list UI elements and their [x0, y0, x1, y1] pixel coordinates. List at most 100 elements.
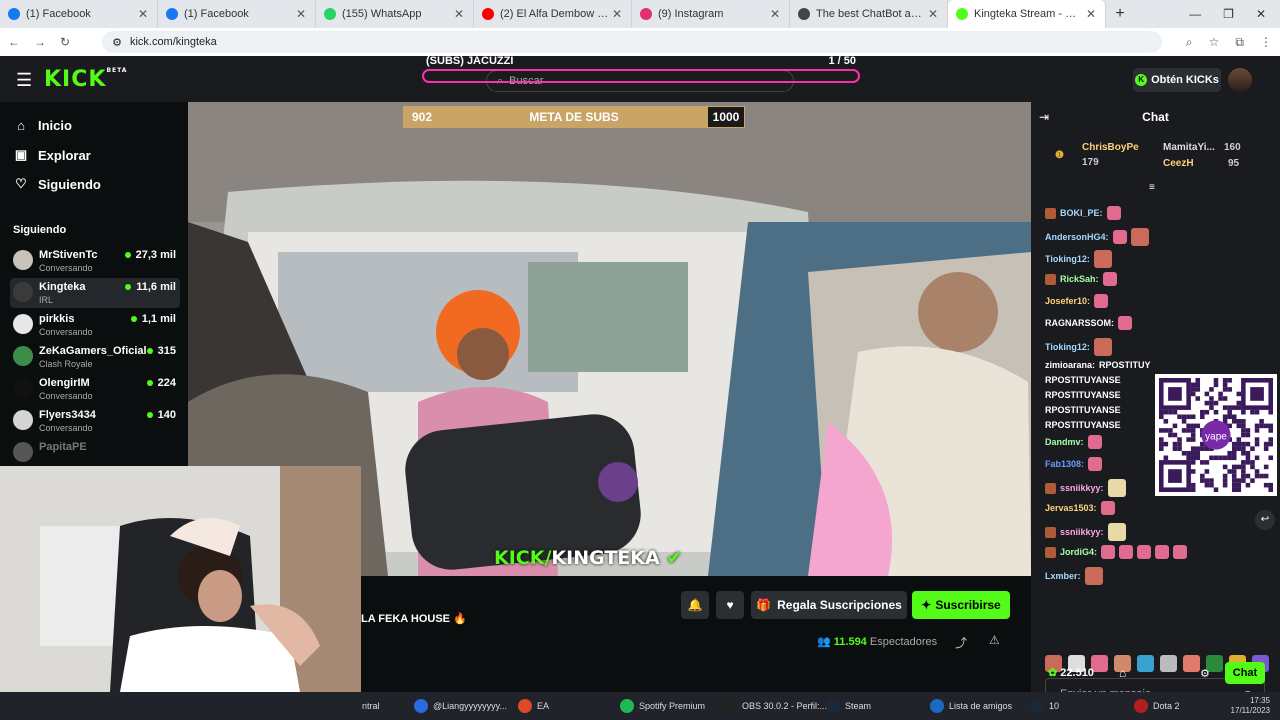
taskbar-item[interactable]: Lista de amigos — [930, 692, 1012, 720]
chat-username[interactable]: ssniikkyy: — [1060, 527, 1104, 537]
hamburger-menu-icon[interactable]: ☰ — [16, 70, 32, 91]
sidebar-channel-pirkkis[interactable]: pirkkis Conversando 1,1 mil — [10, 310, 180, 340]
sidebar-channel-papitape[interactable]: PapitaPE — [10, 438, 180, 468]
nav-label: Siguiendo — [38, 176, 101, 192]
back-icon[interactable]: ← — [8, 35, 20, 49]
chat-message: Tioking12: — [1045, 338, 1112, 356]
taskbar-item[interactable]: OBS 30.0.2 - Perfil:... — [723, 692, 827, 720]
bookmark-star-icon[interactable]: ☆ — [1209, 35, 1220, 50]
tab-close-icon[interactable]: ✕ — [1085, 7, 1097, 21]
browser-tab[interactable]: (9) Instagram ✕ — [632, 0, 790, 28]
overlay-count: 1 / 50 — [828, 55, 856, 67]
chat-message: BOKI_PE: — [1045, 206, 1121, 220]
nav-siguiendo[interactable]: ♡ Siguiendo — [14, 176, 101, 192]
taskbar-item[interactable]: ntral — [362, 692, 380, 720]
chat-emote — [1119, 545, 1134, 559]
chat-message: RPOSTITUYANSE — [1045, 420, 1121, 430]
chat-emote — [1093, 338, 1112, 356]
follow-heart-button[interactable]: ♥ — [716, 591, 744, 619]
chat-username[interactable]: AndersonHG4: — [1045, 232, 1109, 242]
send-chat-button[interactable]: Chat — [1225, 662, 1265, 684]
taskbar-item[interactable]: 10 — [1030, 692, 1059, 720]
sidebar-channel-mrstiventc[interactable]: MrStivenTc Conversando 27,3 mil — [10, 246, 180, 276]
taskbar-app-icon — [930, 699, 944, 713]
tab-close-icon[interactable]: ✕ — [137, 7, 149, 21]
viewer-count: 👥 11.594 Espectadores — [817, 635, 937, 648]
chat-message: RPOSTITUYANSE — [1045, 390, 1121, 400]
taskbar-item[interactable]: EA — [518, 692, 549, 720]
obtain-kicks-button[interactable]: K Obtén KICKs — [1133, 68, 1221, 92]
tab-close-icon[interactable]: ✕ — [769, 7, 781, 21]
channel-points[interactable]: ✿ 22.510 — [1048, 666, 1094, 679]
report-warning-icon[interactable]: ⚠ — [989, 633, 1000, 647]
chat-username[interactable]: Tioking12: — [1045, 342, 1090, 352]
chat-emote — [1088, 457, 1103, 471]
channel-category: Clash Royale — [39, 359, 93, 369]
chat-username[interactable]: RAGNARSSOM: — [1045, 318, 1114, 328]
chat-username[interactable]: Fab1308: — [1045, 459, 1084, 469]
close-icon[interactable]: ✕ — [1256, 7, 1266, 21]
subscribe-button[interactable]: ✦ Suscribirse — [912, 591, 1010, 619]
taskbar-item[interactable]: @Liangyyyyyyyy... — [414, 692, 507, 720]
tab-close-icon[interactable]: ✕ — [611, 7, 623, 21]
browser-tab[interactable]: Kingteka Stream - Watch Li✕ — [948, 0, 1106, 28]
nav-inicio[interactable]: ⌂ Inicio — [14, 118, 72, 133]
chat-username[interactable]: Josefer10: — [1045, 296, 1090, 306]
browser-tab[interactable]: (2) El Alfa Dembow Mix 2022 -✕ — [474, 0, 632, 28]
store-icon[interactable]: ⌂ — [1119, 666, 1126, 680]
chat-username[interactable]: Dandmv: — [1045, 437, 1084, 447]
gift-subs-button[interactable]: 🎁 Regala Suscripciones — [751, 591, 907, 619]
chat-username[interactable]: Tioking12: — [1045, 254, 1090, 264]
taskbar-item[interactable]: Spotify Premium — [620, 692, 705, 720]
tab-close-icon[interactable]: ✕ — [927, 7, 939, 21]
tab-close-icon[interactable]: ✕ — [453, 7, 465, 21]
sidebar-channel-olengirim[interactable]: OlengirIM Conversando 224 — [10, 374, 180, 404]
chat-username[interactable]: BOKI_PE: — [1060, 208, 1103, 218]
taskbar-app-icon — [518, 699, 532, 713]
taskbar-item-label: Steam — [845, 701, 872, 711]
sidebar-channel-zekagamers[interactable]: ZeKaGamers_Oficial Clash Royale 315 — [10, 342, 180, 372]
kick-logo[interactable]: KICKBETA — [44, 67, 127, 92]
scroll-to-bottom-icon[interactable]: ↩ — [1255, 510, 1275, 530]
notification-bell-button[interactable]: 🔔 — [681, 591, 709, 619]
chat-username[interactable]: Lxmber: — [1045, 571, 1081, 581]
reload-icon[interactable]: ↻ — [60, 35, 70, 49]
tab-close-icon[interactable]: ✕ — [295, 7, 307, 21]
url-field[interactable]: ⚙ kick.com/kingteka — [102, 31, 1163, 53]
new-tab-button[interactable]: + — [1106, 5, 1134, 23]
gifter-count: 160 — [1224, 142, 1241, 153]
emote[interactable] — [1160, 655, 1177, 672]
maximize-icon[interactable]: ❐ — [1223, 7, 1234, 21]
nav-explorar[interactable]: ▣ Explorar — [14, 147, 91, 163]
expand-gifters-icon[interactable]: ≡ — [1149, 182, 1155, 193]
chat-username[interactable]: RickSah: — [1060, 274, 1099, 284]
emote[interactable] — [1137, 655, 1154, 672]
emote[interactable] — [1183, 655, 1200, 672]
chat-username[interactable]: JordiG4: — [1060, 547, 1097, 557]
browser-tab[interactable]: The best ChatBot and Widgets✕ — [790, 0, 948, 28]
chat-username[interactable]: zimioarana: — [1045, 360, 1095, 370]
chat-message: zimioarana: RPOSTITUY — [1045, 360, 1151, 370]
sidebar-channel-flyers3434[interactable]: Flyers3434 Conversando 140 — [10, 406, 180, 436]
browser-tab[interactable]: (1) Facebook ✕ — [158, 0, 316, 28]
chat-settings-icon[interactable]: ⚙ — [1200, 667, 1210, 680]
extensions-icon[interactable]: ⧉ — [1235, 35, 1244, 50]
share-icon[interactable]: ⤴ — [955, 634, 967, 651]
chat-username[interactable]: Jervas1503: — [1045, 503, 1097, 513]
taskbar-item[interactable]: Steam — [826, 692, 871, 720]
menu-icon[interactable]: ⋮ — [1260, 35, 1272, 50]
zoom-icon[interactable]: ⌕ — [1186, 35, 1193, 50]
forward-icon[interactable]: → — [34, 35, 46, 49]
chat-text: RPOSTITUYANSE — [1045, 405, 1121, 415]
taskbar-item[interactable]: Dota 2 — [1134, 692, 1180, 720]
user-avatar[interactable] — [1228, 68, 1252, 92]
minimize-icon[interactable]: — — [1189, 7, 1201, 21]
chat-message: Dandmv: — [1045, 435, 1102, 449]
site-info-icon[interactable]: ⚙ — [112, 36, 122, 49]
browser-tab[interactable]: (1) Facebook ✕ — [0, 0, 158, 28]
home-icon: ⌂ — [17, 118, 25, 133]
sidebar-channel-kingteka[interactable]: Kingteka IRL 11,6 mil — [10, 278, 180, 308]
chat-username[interactable]: ssniikkyy: — [1060, 483, 1104, 493]
browser-tab[interactable]: (155) WhatsApp ✕ — [316, 0, 474, 28]
sub-goal-overlay: (SUBS) JACUZZI 1 / 50 — [422, 55, 860, 87]
